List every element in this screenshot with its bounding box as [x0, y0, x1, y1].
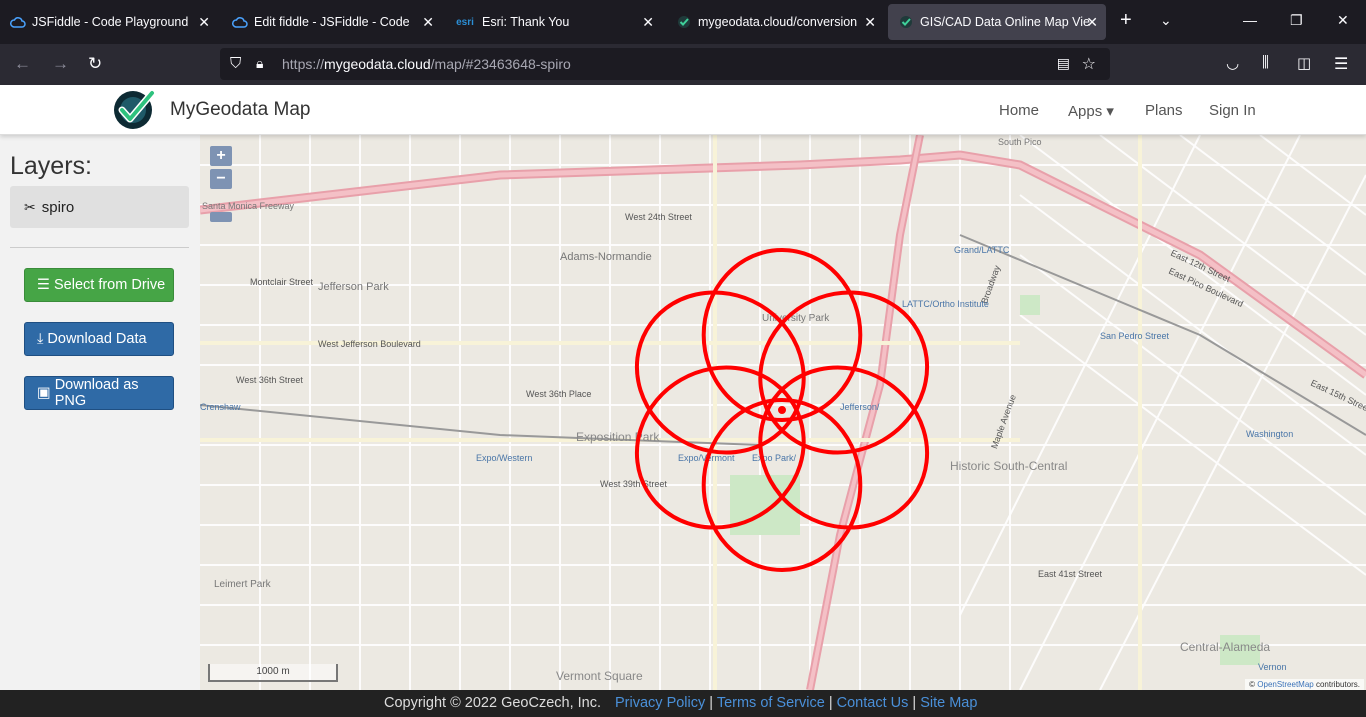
browser-nav-bar: ← → ↻ ⛉ 🔒︎ https://mygeodata.cloud/map/#…	[0, 44, 1366, 85]
tab-title: Esri: Thank You	[482, 15, 570, 29]
line-layer-icon: ✂	[24, 198, 36, 215]
spiro-loop[interactable]	[731, 337, 957, 558]
esri-icon: esri	[456, 16, 474, 28]
close-window-icon[interactable]: ✕	[1337, 12, 1349, 29]
copyright-text: Copyright © 2022 GeoCzech, Inc.	[384, 695, 602, 711]
download-data-button[interactable]: ⤓ Download Data	[24, 322, 174, 356]
spiro-layer[interactable]	[200, 135, 1366, 690]
close-icon[interactable]: ✕	[422, 14, 434, 31]
maximize-icon[interactable]: ❐	[1290, 12, 1303, 29]
download-icon: ⤓	[37, 331, 44, 347]
nav-plans[interactable]: Plans	[1145, 102, 1183, 119]
close-icon[interactable]: ✕	[642, 14, 654, 31]
new-tab-icon[interactable]: +	[1120, 9, 1132, 32]
spiro-loop[interactable]	[608, 262, 834, 483]
nav-home[interactable]: Home	[999, 102, 1039, 119]
browser-tab-1[interactable]: JSFiddle - Code Playground ✕	[0, 4, 218, 40]
close-icon[interactable]: ✕	[1086, 14, 1098, 31]
tab-title: Edit fiddle - JSFiddle - Code Pla	[254, 15, 414, 29]
brand[interactable]: MyGeodata Map	[112, 89, 310, 131]
url-text[interactable]: https://mygeodata.cloud/map/#23463648-sp…	[282, 56, 571, 72]
browser-tab-3[interactable]: esri Esri: Thank You ✕	[444, 4, 662, 40]
check-icon	[898, 14, 914, 30]
nav-sign-in[interactable]: Sign In	[1209, 102, 1256, 119]
tab-title: JSFiddle - Code Playground	[32, 15, 189, 29]
site-header: MyGeodata Map Home Apps ▾ Plans Sign In	[0, 85, 1366, 135]
back-arrow-icon[interactable]: ←	[14, 54, 31, 74]
list-icon: ☰	[37, 277, 50, 293]
web-page: MyGeodata Map Home Apps ▾ Plans Sign In …	[0, 85, 1366, 717]
site-map-link[interactable]: Site Map	[920, 695, 977, 711]
close-icon[interactable]: ✕	[198, 14, 210, 31]
url-bar[interactable]: ⛉ 🔒︎ https://mygeodata.cloud/map/#234636…	[220, 48, 1110, 80]
layers-sidebar: Layers: ✂ spiro ☰ Select from Drive ⤓ Do…	[0, 135, 200, 690]
lock-icon[interactable]: 🔒︎	[256, 55, 263, 72]
star-icon[interactable]: ☆	[1082, 54, 1096, 74]
layer-switcher-button[interactable]	[210, 212, 232, 222]
layers-title: Layers:	[10, 152, 92, 180]
zoom-out-button[interactable]: −	[210, 169, 232, 189]
spiro-loop[interactable]	[608, 337, 834, 558]
spiro-loop[interactable]	[701, 398, 863, 572]
cloud-icon	[10, 14, 26, 30]
privacy-policy-link[interactable]: Privacy Policy	[615, 695, 705, 711]
picture-icon: ▣	[37, 385, 51, 401]
pocket-icon[interactable]: ◡	[1226, 54, 1239, 72]
spiro-center	[778, 406, 786, 414]
footer-links: Privacy Policy | Terms of Service | Cont…	[615, 695, 978, 711]
menu-icon[interactable]: ☰	[1334, 54, 1348, 74]
nav-apps[interactable]: Apps ▾	[1068, 102, 1114, 120]
map-view[interactable]: West 24th Street Adams-Normandie Jeffers…	[200, 135, 1366, 690]
sidebar-toggle-icon[interactable]: ◫	[1297, 54, 1311, 72]
download-png-button[interactable]: ▣ Download as PNG	[24, 376, 174, 410]
reload-icon[interactable]: ↻	[88, 54, 102, 74]
check-icon	[676, 14, 692, 30]
layer-name: spiro	[41, 198, 75, 216]
chevron-down-icon[interactable]: ⌄	[1160, 12, 1172, 29]
layer-item-spiro[interactable]: ✂ spiro	[10, 186, 189, 228]
site-footer: Copyright © 2022 GeoCzech, Inc. Privacy …	[0, 690, 1366, 717]
divider	[10, 247, 189, 248]
browser-tab-bar: JSFiddle - Code Playground ✕ Edit fiddle…	[0, 0, 1366, 44]
close-icon[interactable]: ✕	[864, 14, 876, 31]
browser-tab-5-active[interactable]: GIS/CAD Data Online Map Viewe ✕	[888, 4, 1106, 40]
contact-us-link[interactable]: Contact Us	[837, 695, 909, 711]
spiro-loop[interactable]	[731, 262, 957, 483]
tab-title: GIS/CAD Data Online Map Viewe	[920, 15, 1090, 29]
osm-link[interactable]: OpenStreetMap	[1257, 680, 1313, 689]
terms-of-service-link[interactable]: Terms of Service	[717, 695, 825, 711]
browser-tab-2[interactable]: Edit fiddle - JSFiddle - Code Pla ✕	[222, 4, 442, 40]
zoom-in-button[interactable]: +	[210, 146, 232, 166]
reader-view-icon[interactable]: ▤	[1057, 55, 1070, 72]
spiro-loop[interactable]	[701, 248, 863, 422]
tab-title: mygeodata.cloud/conversion	[698, 15, 858, 29]
forward-arrow-icon[interactable]: →	[52, 54, 69, 74]
map-attribution: © OpenStreetMap contributors.	[1245, 679, 1364, 690]
brand-name: MyGeodata Map	[170, 99, 311, 120]
select-from-drive-button[interactable]: ☰ Select from Drive	[24, 268, 174, 302]
shield-icon[interactable]: ⛉	[230, 55, 241, 72]
minimize-icon[interactable]: —	[1243, 12, 1257, 28]
library-icon[interactable]: ⫼	[1262, 54, 1269, 71]
logo-check-icon	[114, 89, 156, 129]
cloud-icon	[232, 14, 248, 30]
browser-tab-4[interactable]: mygeodata.cloud/conversion ✕	[666, 4, 884, 40]
scale-bar: 1000 m	[208, 664, 338, 682]
